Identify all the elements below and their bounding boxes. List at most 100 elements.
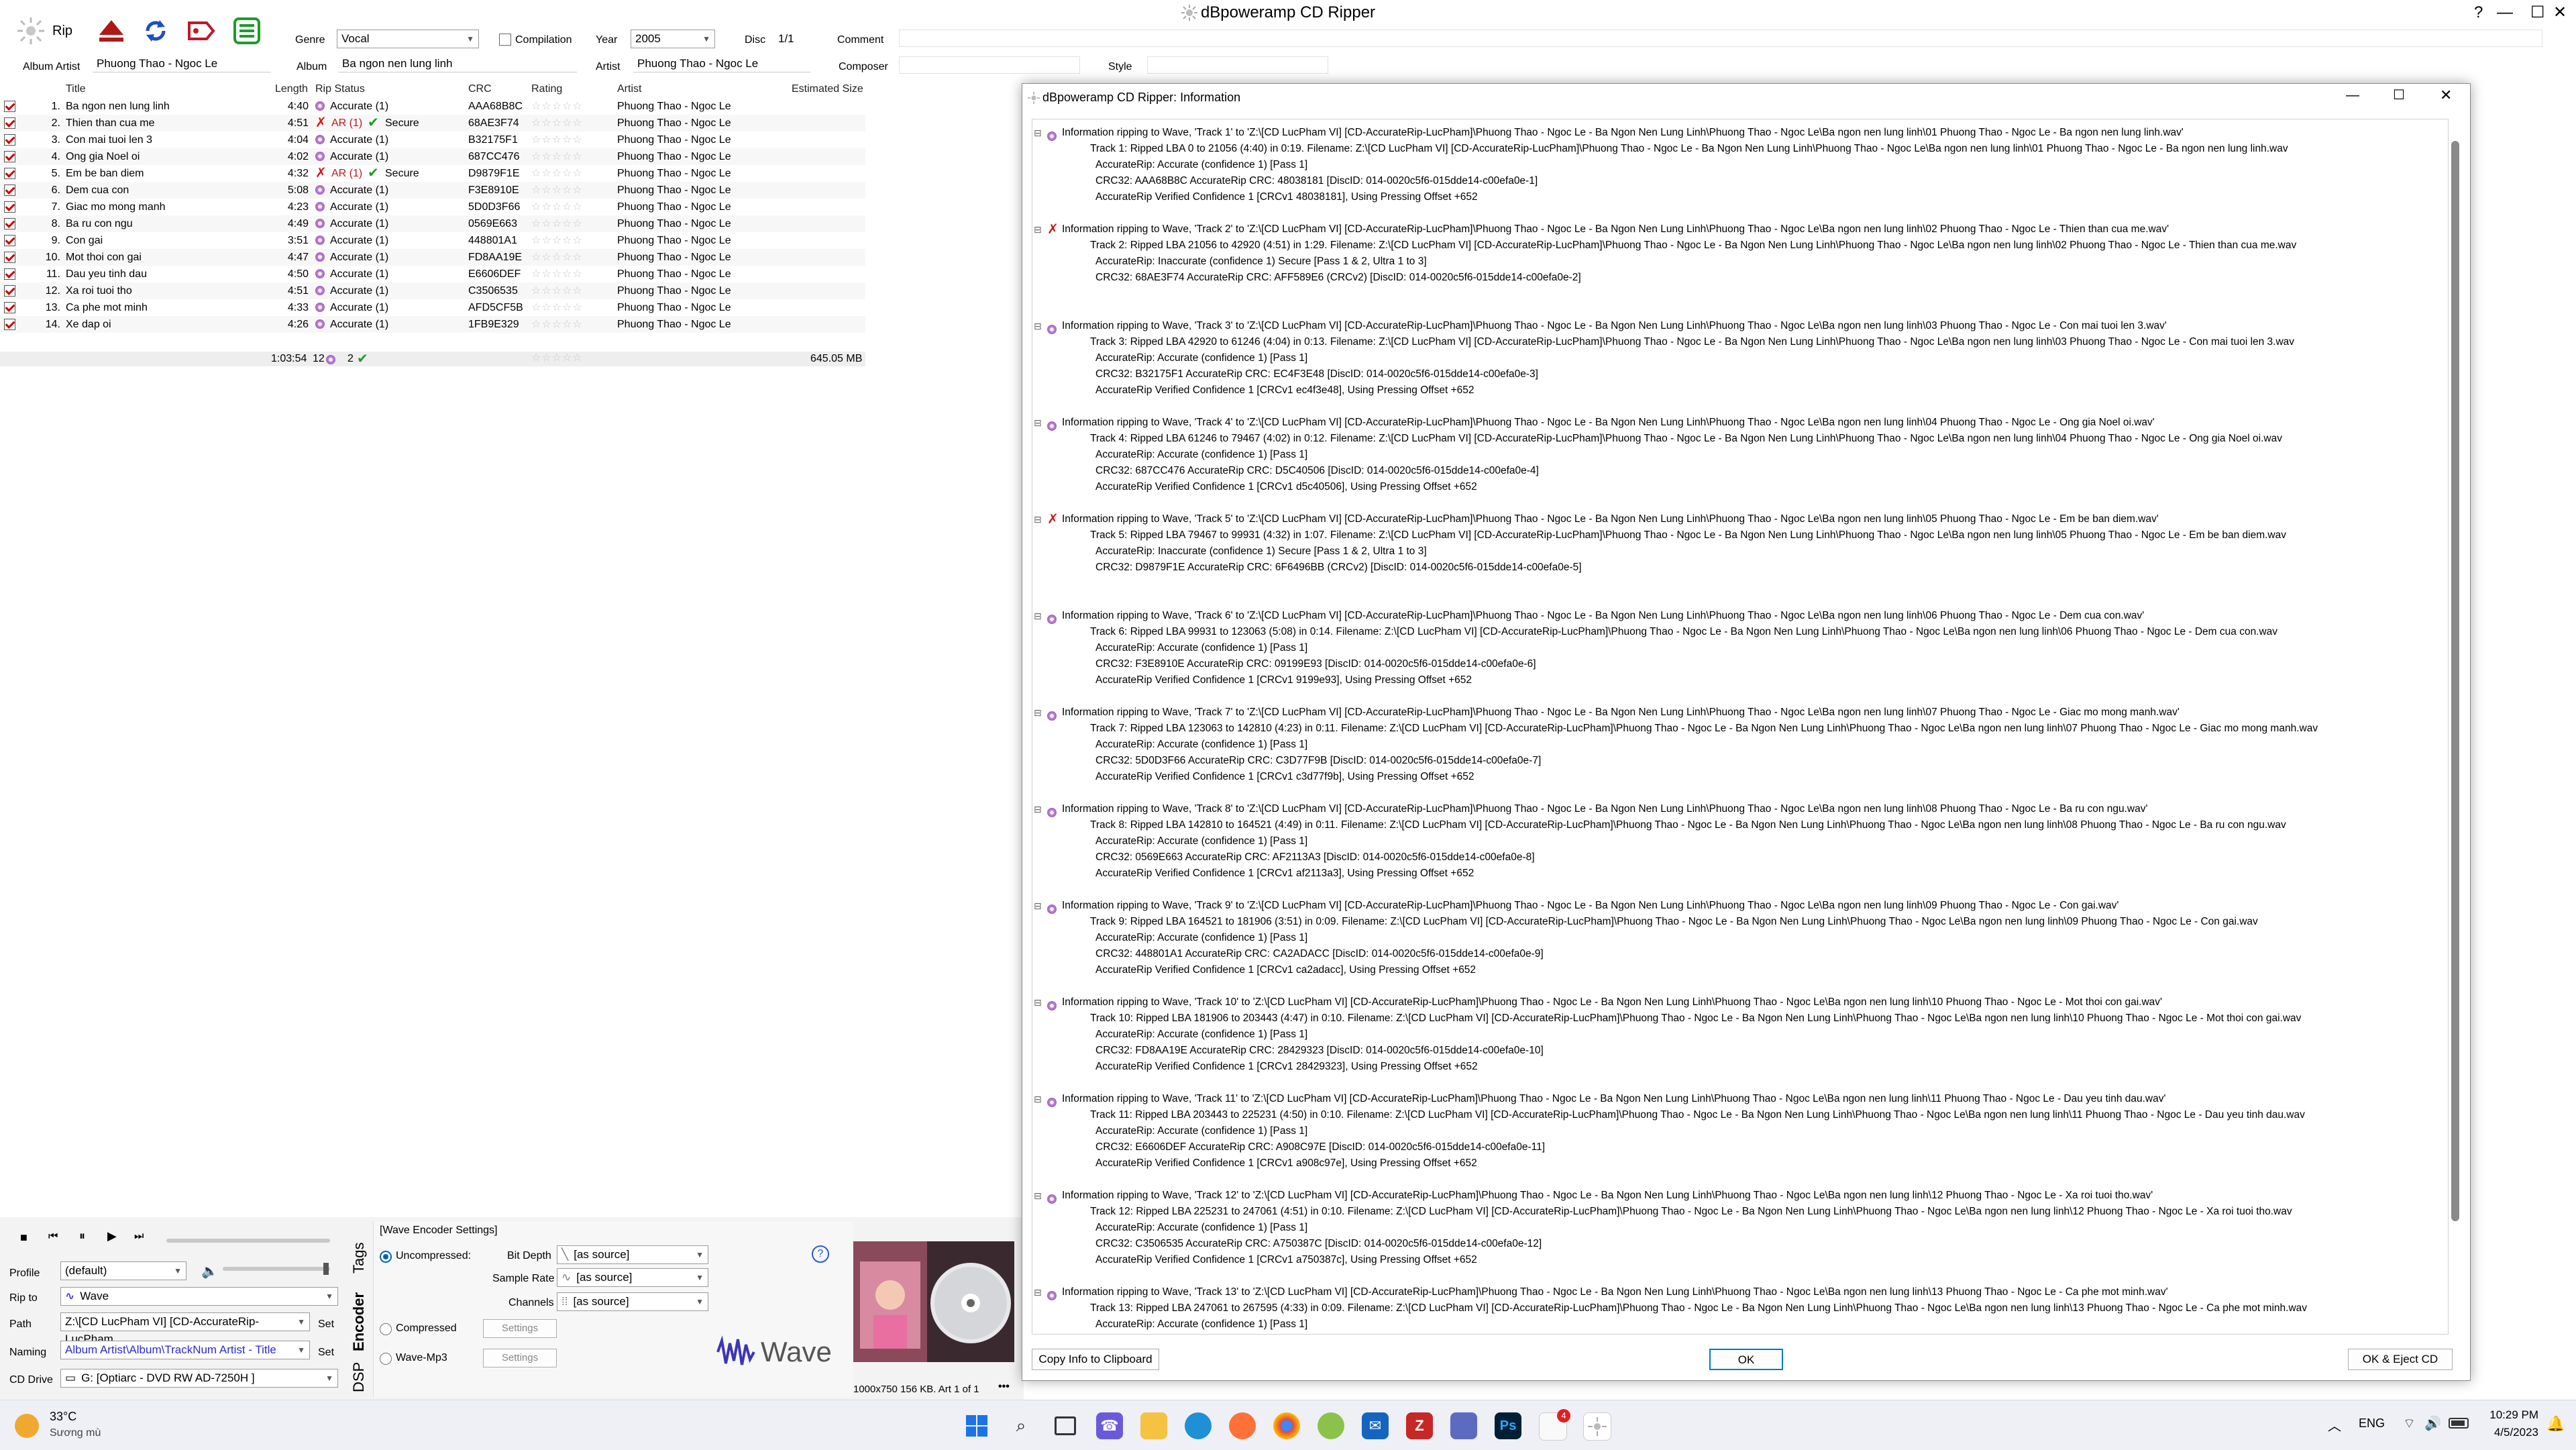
track-checkbox[interactable] (4, 285, 15, 297)
rating-stars[interactable]: ☆☆☆☆☆ (531, 115, 583, 132)
rating-stars[interactable]: ☆☆☆☆☆ (531, 266, 583, 282)
dialog-minimize-button[interactable]: — (2346, 88, 2359, 103)
track-title[interactable]: Xe dap oi (66, 316, 111, 333)
track-artist[interactable]: Phuong Thao - Ngoc Le (617, 299, 731, 316)
naming-combo[interactable]: Album Artist\Album\TrackNum Artist - Tit… (60, 1341, 310, 1359)
ok-eject-button[interactable]: OK & Eject CD (2348, 1349, 2453, 1370)
track-artist[interactable]: Phuong Thao - Ngoc Le (617, 282, 731, 299)
track-checkbox[interactable] (4, 151, 15, 162)
track-artist[interactable]: Phuong Thao - Ngoc Le (617, 98, 731, 115)
track-artist[interactable]: Phuong Thao - Ngoc Le (617, 132, 731, 148)
rating-stars[interactable]: ☆☆☆☆☆ (531, 215, 583, 232)
compilation-checkbox[interactable] (499, 34, 511, 46)
collapse-icon[interactable]: ⊟ (1034, 705, 1042, 721)
album-art[interactable] (853, 1241, 1014, 1362)
collapse-icon[interactable]: ⊟ (1034, 801, 1042, 817)
comment-field[interactable] (899, 30, 2542, 47)
track-title[interactable]: Con mai tuoi len 3 (66, 132, 152, 148)
track-checkbox[interactable] (4, 168, 15, 179)
app-blue-icon[interactable] (1450, 1412, 1477, 1439)
rip-button[interactable] (15, 15, 47, 47)
rip-label[interactable]: Rip (52, 23, 72, 39)
rating-stars[interactable]: ☆☆☆☆☆ (531, 98, 583, 115)
path-set-button[interactable]: Set (318, 1316, 334, 1333)
track-artist[interactable]: Phuong Thao - Ngoc Le (617, 266, 731, 282)
track-title[interactable]: Ong gia Noel oi (66, 148, 140, 165)
track-title[interactable]: Thien than cua me (66, 115, 155, 132)
log-scrollbar[interactable] (2451, 141, 2459, 1221)
profile-combo[interactable]: (default) ▼ (60, 1261, 186, 1280)
track-title[interactable]: Ba ngon nen lung linh (66, 98, 170, 115)
year-combo[interactable]: 2005 ▼ (631, 30, 715, 48)
tab-tags[interactable]: Tags (350, 1228, 370, 1288)
table-row[interactable]: 5. Em be ban diem 4:32 ✗ AR (1) ✔ Secure D9879F… (0, 165, 865, 182)
composer-field[interactable] (899, 56, 1080, 74)
track-checkbox[interactable] (4, 302, 15, 313)
collapse-icon[interactable]: ⊟ (1034, 994, 1042, 1011)
volume-handle[interactable] (323, 1263, 329, 1275)
chevron-up-icon[interactable]: ︿ (2328, 1415, 2341, 1435)
compressed-settings-button[interactable]: Settings (483, 1319, 557, 1338)
search-icon[interactable]: ⌕ (1008, 1412, 1034, 1439)
wave-mp3-settings-button[interactable]: Settings (483, 1349, 557, 1367)
wifi-icon[interactable]: ⌔ (2403, 1415, 2416, 1432)
rating-stars[interactable]: ☆☆☆☆☆ (531, 316, 583, 333)
track-artist[interactable]: Phuong Thao - Ngoc Le (617, 232, 731, 249)
track-checkbox[interactable] (4, 201, 15, 213)
track-checkbox[interactable] (4, 252, 15, 263)
task-view-icon[interactable] (1052, 1412, 1079, 1439)
table-row[interactable]: 9. Con gai 3:51 Accurate (1) 448801A1 ☆☆☆☆☆ Ph… (0, 232, 865, 249)
tab-encoder[interactable]: Encoder (350, 1288, 370, 1355)
copy-info-button[interactable]: Copy Info to Clipboard (1032, 1349, 1159, 1370)
pause-icon[interactable]: ⏸ (79, 1229, 85, 1243)
channels-combo[interactable]: ⁞⁞ [as source] ▼ (557, 1292, 708, 1311)
uncompressed-radio[interactable] (380, 1251, 392, 1263)
dbpoweramp-taskbar-icon[interactable] (1583, 1412, 1611, 1441)
album-field[interactable]: Ba ngon nen lung linh (338, 55, 577, 72)
notifications-icon[interactable]: 🔔 (2546, 1415, 2565, 1433)
refresh-button[interactable] (140, 15, 172, 47)
track-artist[interactable]: Phuong Thao - Ngoc Le (617, 316, 731, 333)
language-indicator[interactable]: ENG (2359, 1416, 2385, 1431)
rating-stars[interactable]: ☆☆☆☆☆ (531, 182, 583, 199)
track-artist[interactable]: Phuong Thao - Ngoc Le (617, 215, 731, 232)
tag-button[interactable] (185, 15, 217, 47)
table-row[interactable]: 12. Xa roi tuoi tho 4:51 Accurate (1) C35065… (0, 282, 865, 299)
rating-stars[interactable]: ☆☆☆☆☆ (531, 132, 583, 148)
collapse-icon[interactable]: ⊟ (1034, 318, 1042, 334)
style-field[interactable] (1147, 56, 1328, 74)
eject-button[interactable] (95, 15, 127, 47)
ok-button[interactable]: OK (1709, 1349, 1783, 1370)
app-green-icon[interactable] (1318, 1412, 1344, 1439)
chrome-icon[interactable] (1273, 1412, 1300, 1439)
table-row[interactable]: 7. Giac mo mong manh 4:23 Accurate (1) 5D0D3… (0, 199, 865, 215)
table-row[interactable]: 3. Con mai tuoi len 3 4:04 Accurate (1) B321… (0, 132, 865, 148)
minimize-button[interactable]: — (2497, 0, 2513, 25)
dialog-close-button[interactable]: ✕ (2440, 87, 2452, 104)
bit-depth-combo[interactable]: ╲ [as source] ▼ (557, 1245, 708, 1264)
collapse-icon[interactable]: ⊟ (1034, 1091, 1042, 1107)
track-title[interactable]: Xa roi tuoi tho (66, 282, 132, 299)
next-icon[interactable]: ⏭ (134, 1231, 144, 1243)
table-row[interactable]: 4. Ong gia Noel oi 4:02 Accurate (1) 687CC47… (0, 148, 865, 165)
stop-icon[interactable]: ■ (20, 1231, 28, 1245)
previous-icon[interactable]: ⏮ (48, 1231, 58, 1243)
track-title[interactable]: Ba ru con ngu (66, 215, 133, 232)
track-checkbox[interactable] (4, 101, 15, 112)
wave-mp3-radio[interactable] (380, 1353, 392, 1365)
track-title[interactable]: Con gai (66, 232, 103, 249)
rating-stars[interactable]: ☆☆☆☆☆ (531, 199, 583, 215)
clock-time[interactable]: 10:29 PM (2485, 1408, 2538, 1422)
track-checkbox[interactable] (4, 319, 15, 330)
collapse-icon[interactable]: ⊟ (1034, 1188, 1042, 1204)
volume-icon[interactable]: 🔈 (201, 1263, 218, 1280)
collapse-icon[interactable]: ⊟ (1034, 221, 1042, 238)
dialog-maximize-button[interactable]: ☐ (2393, 87, 2405, 103)
track-title[interactable]: Giac mo mong manh (66, 199, 166, 215)
naming-set-button[interactable]: Set (318, 1345, 334, 1361)
photoshop-icon[interactable]: Ps (1495, 1412, 1521, 1439)
artist-field[interactable]: Phuong Thao - Ngoc Le (633, 55, 810, 72)
weather-icon[interactable] (15, 1414, 39, 1438)
col-crc[interactable]: CRC (468, 83, 492, 95)
track-artist[interactable]: Phuong Thao - Ngoc Le (617, 115, 731, 132)
